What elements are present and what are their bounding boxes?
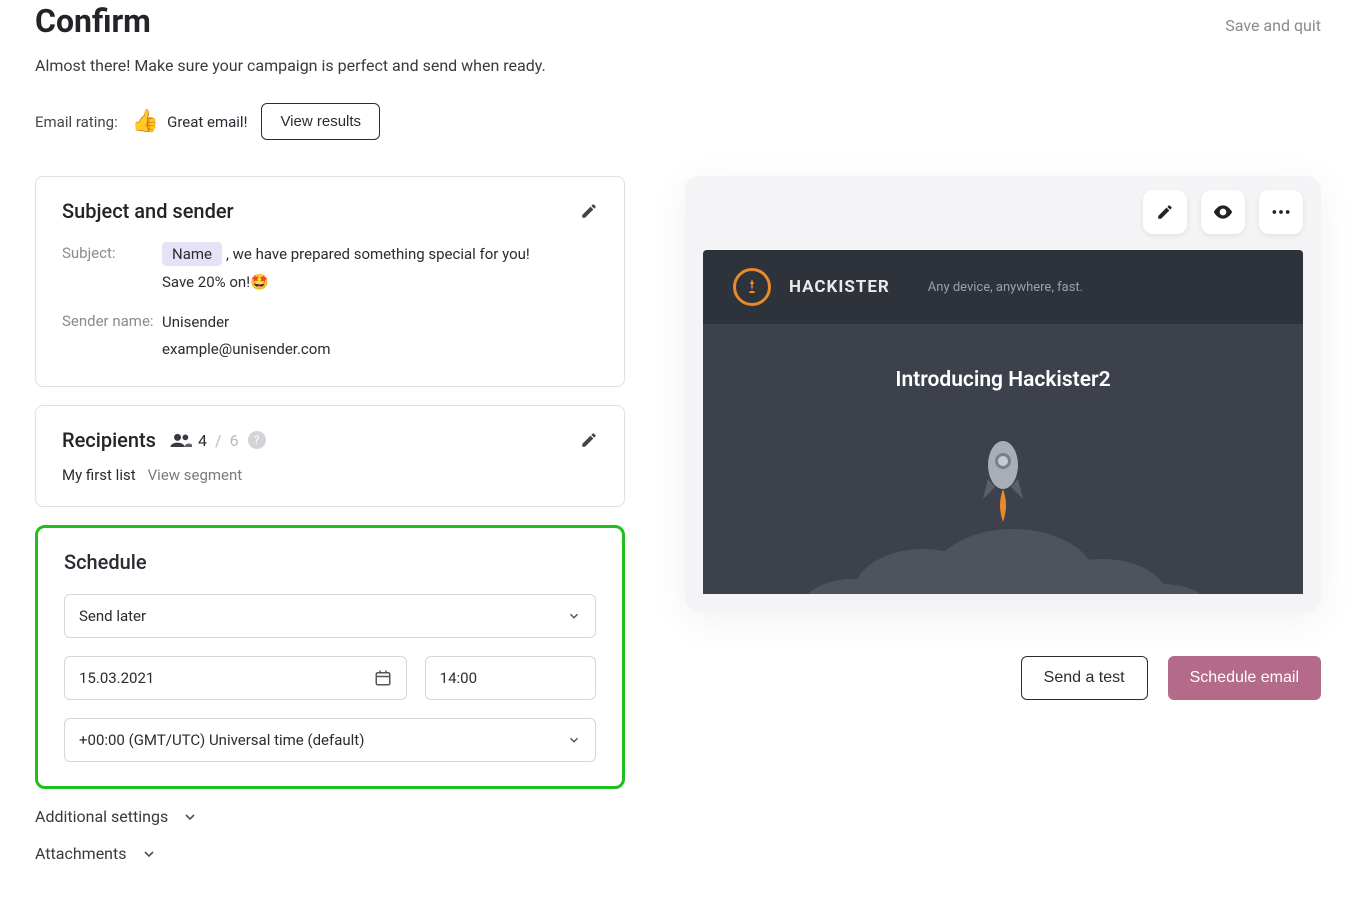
sender-email-value: example@unisender.com	[162, 336, 331, 364]
subject-value: Name, we have prepared something special…	[162, 241, 530, 297]
schedule-date-input[interactable]: 15.03.2021	[64, 656, 407, 700]
email-rating-status: Great email!	[167, 113, 247, 131]
email-rating-label: Email rating:	[35, 113, 118, 131]
help-icon[interactable]: ?	[248, 431, 266, 449]
additional-settings-toggle[interactable]: Additional settings	[35, 807, 625, 826]
page-title: Confirm	[35, 2, 151, 40]
email-preview-frame: HACKISTER Any device, anywhere, fast. In…	[685, 176, 1321, 612]
chevron-down-icon	[567, 609, 581, 623]
sender-name-label: Sender name:	[62, 309, 162, 365]
recipients-active-count: 4	[198, 431, 207, 450]
recipients-title: Recipients	[62, 428, 156, 452]
view-preview-button[interactable]	[1201, 190, 1245, 234]
preview-heading: Introducing Hackister2	[723, 368, 1283, 392]
view-results-button[interactable]: View results	[261, 103, 380, 140]
people-icon	[170, 433, 192, 447]
chevron-down-icon	[182, 809, 198, 825]
subject-label: Subject:	[62, 241, 162, 297]
subject-merge-tag: Name	[162, 242, 222, 266]
brand-tagline: Any device, anywhere, fast.	[928, 280, 1083, 295]
schedule-title: Schedule	[64, 550, 596, 574]
brand-name: HACKISTER	[789, 277, 890, 297]
schedule-email-button[interactable]: Schedule email	[1168, 656, 1321, 700]
schedule-when-select[interactable]: Send later	[64, 594, 596, 638]
recipient-list-name: My first list	[62, 466, 136, 484]
calendar-icon	[374, 669, 392, 687]
sender-name-value: Unisender	[162, 309, 331, 337]
more-preview-button[interactable]	[1259, 190, 1303, 234]
recipients-card: Recipients 4 / 6 ? My first l	[35, 405, 625, 507]
subject-sender-title: Subject and sender	[62, 199, 234, 223]
chevron-down-icon	[141, 846, 157, 862]
edit-preview-button[interactable]	[1143, 190, 1187, 234]
brand-logo-icon	[733, 268, 771, 306]
page-subtitle: Almost there! Make sure your campaign is…	[35, 56, 1321, 75]
subject-sender-card: Subject and sender Subject: Name, we hav…	[35, 176, 625, 387]
thumbs-up-icon: 👍	[132, 109, 159, 134]
attachments-toggle[interactable]: Attachments	[35, 844, 625, 863]
view-segment-link[interactable]: View segment	[148, 466, 243, 484]
schedule-timezone-select[interactable]: +00:00 (GMT/UTC) Universal time (default…	[64, 718, 596, 762]
schedule-time-input[interactable]: 14:00	[425, 656, 596, 700]
save-and-quit-link[interactable]: Save and quit	[1225, 16, 1321, 35]
chevron-down-icon	[567, 733, 581, 747]
recipients-total-count: 6	[230, 431, 239, 450]
edit-subject-icon[interactable]	[580, 202, 598, 220]
cloud-icon	[793, 504, 1213, 594]
schedule-card: Schedule Send later 15.03.2021	[35, 525, 625, 789]
send-test-button[interactable]: Send a test	[1021, 656, 1148, 700]
edit-recipients-icon[interactable]	[580, 431, 598, 449]
